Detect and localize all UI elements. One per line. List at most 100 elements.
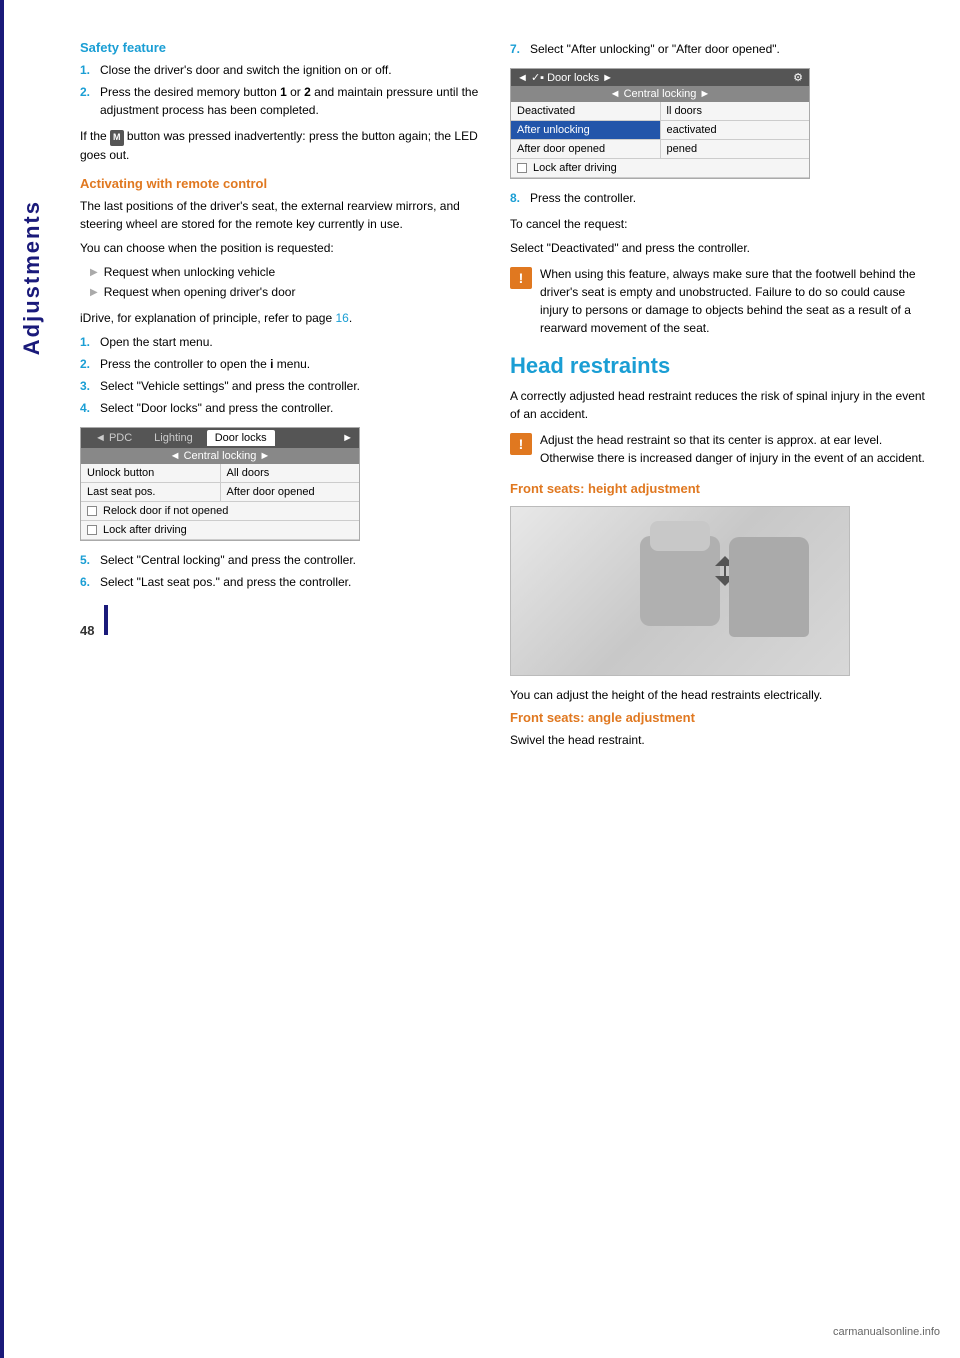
act-num-3: 3.: [80, 377, 98, 395]
step-num-2: 2.: [80, 83, 98, 119]
head-restraint-svg: [580, 516, 780, 666]
right-step-7: 7. Select "After unlocking" or "After do…: [510, 40, 930, 58]
safety-feature-title: Safety feature: [80, 40, 480, 55]
dl-cell-3-2: pened: [661, 140, 810, 158]
front-seats-height-title: Front seats: height adjustment: [510, 481, 930, 496]
cancel-text: To cancel the request:: [510, 215, 930, 233]
cancel-text-2: Select "Deactivated" and press the contr…: [510, 239, 930, 257]
bottom-logo: carmanualsonline.info: [833, 1326, 940, 1338]
activating-remote-section: Activating with remote control The last …: [80, 176, 480, 591]
dl-cell-3-1: After door opened: [511, 140, 661, 158]
dl-header-left: ◄ ✓▪ Door locks ►: [517, 71, 613, 84]
front-seats-angle-text: Swivel the head restraint.: [510, 731, 930, 749]
act-text-3: Select "Vehicle settings" and press the …: [100, 377, 360, 395]
dl-row-2: After unlocking eactivated: [511, 121, 809, 140]
dl-row-3: After door opened pened: [511, 140, 809, 159]
act-step-4: 4. Select "Door locks" and press the con…: [80, 399, 480, 417]
checkbox-lock-driving-label: Lock after driving: [103, 524, 187, 536]
left-column: Safety feature 1. Close the driver's doo…: [80, 40, 500, 1318]
menu1-cell-2-1: Last seat pos.: [81, 483, 221, 501]
right-step-8-list: 8. Press the controller.: [510, 189, 930, 207]
dl-checkbox-label: Lock after driving: [533, 162, 617, 174]
page-bar: 48: [80, 603, 480, 638]
tab-lighting[interactable]: Lighting: [146, 430, 201, 446]
menu1-row-1: Unlock button All doors: [81, 464, 359, 483]
bullet-item-1: ▶ Request when unlocking vehicle: [90, 263, 480, 281]
right-step-8: 8. Press the controller.: [510, 189, 930, 207]
act-step-2: 2. Press the controller to open the i me…: [80, 355, 480, 373]
warning-text-head: Adjust the head restraint so that its ce…: [540, 431, 930, 467]
head-restraints-section: Head restraints A correctly adjusted hea…: [510, 353, 930, 749]
idrive-link[interactable]: 16: [335, 311, 348, 325]
safety-steps-list: 1. Close the driver's door and switch th…: [80, 61, 480, 119]
triangle-icon-1: ▶: [90, 265, 98, 280]
if-text: If the M button was pressed inadvertentl…: [80, 127, 480, 164]
idrive-tabs: ◄ PDC Lighting Door locks: [87, 430, 275, 446]
nav-arrow-right[interactable]: ►: [342, 432, 353, 444]
right-num-7: 7.: [510, 40, 528, 58]
activating-remote-title: Activating with remote control: [80, 176, 480, 191]
act-num-2: 2.: [80, 355, 98, 373]
dl-checkbox: Lock after driving: [511, 159, 809, 178]
act-num-4: 4.: [80, 399, 98, 417]
door-locks-header: ◄ ✓▪ Door locks ► ⚙: [511, 69, 809, 86]
act-step-6: 6. Select "Last seat pos." and press the…: [80, 573, 480, 591]
idrive-header-1: ◄ PDC Lighting Door locks ►: [81, 428, 359, 448]
checkbox-relock[interactable]: [87, 506, 97, 516]
act-text-4: Select "Door locks" and press the contro…: [100, 399, 333, 417]
act-step-3: 3. Select "Vehicle settings" and press t…: [80, 377, 480, 395]
warning-icon-seat: !: [510, 267, 532, 289]
dl-cell-2-2: eactivated: [661, 121, 810, 139]
bullet-text-2: Request when opening driver's door: [104, 283, 296, 301]
right-text-8: Press the controller.: [530, 189, 636, 207]
request-options-list: ▶ Request when unlocking vehicle ▶ Reque…: [90, 263, 480, 301]
act-text-6: Select "Last seat pos." and press the co…: [100, 573, 351, 591]
front-seats-angle-title: Front seats: angle adjustment: [510, 710, 930, 725]
menu1-cell-2-2: After door opened: [221, 483, 360, 501]
menu1-cell-1-2: All doors: [221, 464, 360, 482]
bullet-item-2: ▶ Request when opening driver's door: [90, 283, 480, 301]
front-seats-height-text: You can adjust the height of the head re…: [510, 686, 930, 704]
m-button-icon: M: [110, 130, 124, 146]
safety-step-2: 2. Press the desired memory button 1 or …: [80, 83, 480, 119]
warning-box-head: ! Adjust the head restraint so that its …: [510, 431, 930, 473]
step-num-1: 1.: [80, 61, 98, 79]
dl-cell-1-2: ll doors: [661, 102, 810, 120]
tab-door-locks[interactable]: Door locks: [207, 430, 275, 446]
warning-box-seat: ! When using this feature, always make s…: [510, 265, 930, 343]
idrive-subheader-1: ◄ Central locking ►: [81, 448, 359, 464]
menu1-cell-1-1: Unlock button: [81, 464, 221, 482]
safety-feature-section: Safety feature 1. Close the driver's doo…: [80, 40, 480, 164]
safety-step-1: 1. Close the driver's door and switch th…: [80, 61, 480, 79]
activating-intro: The last positions of the driver's seat,…: [80, 197, 480, 233]
act-text-5: Select "Central locking" and press the c…: [100, 551, 356, 569]
menu1-checkbox-2: Lock after driving: [81, 521, 359, 540]
dl-row-1: Deactivated ll doors: [511, 102, 809, 121]
right-column: 7. Select "After unlocking" or "After do…: [500, 40, 930, 1318]
bullet-text-1: Request when unlocking vehicle: [104, 263, 275, 281]
dl-checkbox-lock[interactable]: [517, 163, 527, 173]
dl-cell-2-1: After unlocking: [511, 121, 661, 139]
right-text-7: Select "After unlocking" or "After door …: [530, 40, 780, 58]
checkbox-lock-driving[interactable]: [87, 525, 97, 535]
step-text-2: Press the desired memory button 1 or 2 a…: [100, 83, 480, 119]
page-number: 48: [80, 623, 94, 638]
act-text-2: Press the controller to open the i menu.: [100, 355, 310, 373]
triangle-icon-2: ▶: [90, 285, 98, 300]
tab-pdc[interactable]: ◄ PDC: [87, 430, 140, 446]
sidebar: Adjustments: [0, 0, 60, 1358]
head-restraints-intro: A correctly adjusted head restraint redu…: [510, 387, 930, 423]
page-accent-bar: [104, 605, 108, 635]
warning-icon-head: !: [510, 433, 532, 455]
activating-choose: You can choose when the position is requ…: [80, 239, 480, 257]
checkbox-relock-label: Relock door if not opened: [103, 505, 228, 517]
idrive-menu-1: ◄ PDC Lighting Door locks ► ◄ Central lo…: [80, 427, 360, 541]
act-num-6: 6.: [80, 573, 98, 591]
activating-steps-list: 1. Open the start menu. 2. Press the con…: [80, 333, 480, 417]
site-name: carmanualsonline.info: [833, 1326, 940, 1338]
warning-text-seat: When using this feature, always make sur…: [540, 265, 930, 337]
menu1-row-2: Last seat pos. After door opened: [81, 483, 359, 502]
act-step-1: 1. Open the start menu.: [80, 333, 480, 351]
dl-cell-1-1: Deactivated: [511, 102, 661, 120]
act-step-5: 5. Select "Central locking" and press th…: [80, 551, 480, 569]
